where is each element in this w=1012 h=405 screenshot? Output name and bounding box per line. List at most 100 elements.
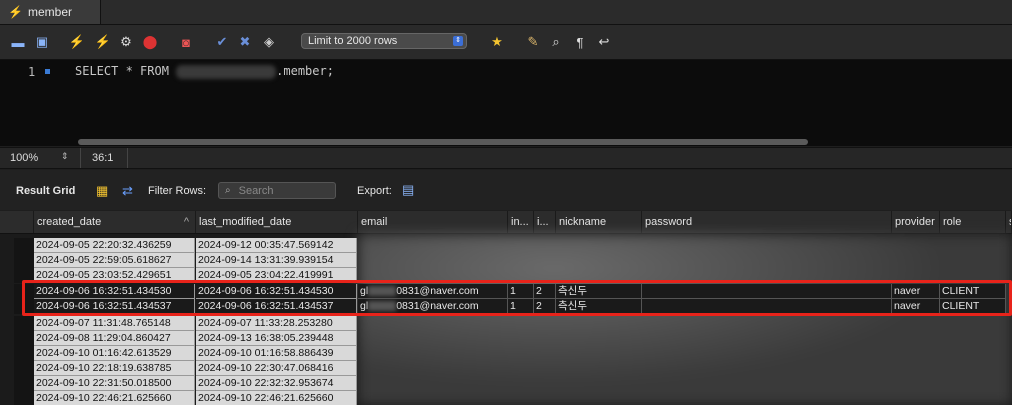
cell-email[interactable]: gl 0831@naver.com <box>358 284 508 299</box>
column-header-nickname[interactable]: nickname <box>556 211 642 233</box>
cell-created-date[interactable]: 2024-09-10 01:16:42.613529 <box>34 346 195 361</box>
row-header[interactable] <box>14 316 34 331</box>
zoom-level[interactable]: 100% <box>10 152 38 164</box>
column-header-s[interactable]: s <box>1006 211 1012 233</box>
cell-provider[interactable]: naver <box>892 284 940 299</box>
row-header[interactable] <box>14 376 34 391</box>
autocommit-icon[interactable]: ◈ <box>260 33 278 51</box>
cell-created-date[interactable]: 2024-09-06 16:32:51.434537 <box>34 299 195 314</box>
zoom-stepper-icon[interactable]: ⇕ <box>61 151 69 162</box>
cell-nickname[interactable]: 측신두 <box>556 284 642 299</box>
column-header-last-modified-date[interactable]: last_modified_date <box>196 211 358 233</box>
cell-last-modified-date[interactable]: 2024-09-12 00:35:47.569142 <box>196 238 357 253</box>
row-header[interactable] <box>14 361 34 376</box>
cell-created-date[interactable]: 2024-09-10 22:31:50.018500 <box>34 376 195 391</box>
cell-last-modified-date[interactable]: 2024-09-13 16:38:05.239448 <box>196 331 357 346</box>
row-header[interactable] <box>14 391 34 405</box>
table-row-highlighted[interactable]: 2024-09-06 16:32:51.434530 2024-09-06 16… <box>0 284 1012 299</box>
table-row-highlighted[interactable]: 2024-09-06 16:32:51.434537 2024-09-06 16… <box>0 299 1012 314</box>
cell-last-modified-date[interactable]: 2024-09-10 22:30:47.068416 <box>196 361 357 376</box>
column-header-email[interactable]: email <box>358 211 508 233</box>
table-row[interactable]: 2024-09-08 11:29:04.860427 2024-09-13 16… <box>0 331 1012 346</box>
favorite-icon[interactable]: ★ <box>488 33 506 51</box>
table-row[interactable]: 2024-09-10 22:46:21.625660 2024-09-10 22… <box>0 391 1012 405</box>
row-header[interactable] <box>14 346 34 361</box>
cell-email[interactable]: gl 0831@naver.com <box>358 299 508 314</box>
row-header-corner <box>0 211 34 233</box>
cell-created-date[interactable]: 2024-09-05 22:59:05.618627 <box>34 253 195 268</box>
cell-in[interactable]: 1 <box>508 284 534 299</box>
column-header-role[interactable]: role <box>940 211 1006 233</box>
row-header[interactable] <box>14 253 34 268</box>
column-header-in[interactable]: in... <box>508 211 534 233</box>
cell-last-modified-date[interactable]: 2024-09-10 22:46:21.625660 <box>196 391 357 405</box>
table-row[interactable]: 2024-09-10 22:18:19.638785 2024-09-10 22… <box>0 361 1012 376</box>
grid-icon[interactable]: ▦ <box>96 183 108 199</box>
row-header[interactable] <box>14 284 34 299</box>
stop-icon[interactable]: ⬤ <box>141 33 159 51</box>
cell-created-date[interactable]: 2024-09-07 11:31:48.765148 <box>34 316 195 331</box>
editor-horizontal-scrollbar[interactable] <box>78 139 808 145</box>
row-header[interactable] <box>14 238 34 253</box>
row-header[interactable] <box>14 299 34 314</box>
row-header[interactable] <box>14 268 34 283</box>
beautify-icon[interactable]: ✎ <box>524 33 542 51</box>
sql-editor[interactable]: 1 SELECT * FROM .member; <box>0 60 1012 146</box>
table-row[interactable]: 2024-09-07 11:31:48.765148 2024-09-07 11… <box>0 316 1012 331</box>
cell-password[interactable] <box>642 284 892 299</box>
tab-member[interactable]: ⚡ member <box>0 0 101 24</box>
execute-icon[interactable]: ⚡ <box>68 33 86 51</box>
divider <box>127 148 128 168</box>
commit-icon[interactable]: ✔ <box>213 33 231 51</box>
cell-i[interactable]: 2 <box>534 299 556 314</box>
refresh-icon[interactable]: ⇄ <box>122 183 133 199</box>
cell-created-date[interactable]: 2024-09-05 22:20:32.436259 <box>34 238 195 253</box>
cell-last-modified-date[interactable]: 2024-09-07 11:33:28.253280 <box>196 316 357 331</box>
result-grid-label[interactable]: Result Grid <box>16 185 75 197</box>
cell-nickname[interactable]: 측신두 <box>556 299 642 314</box>
table-row[interactable]: 2024-09-05 22:20:32.436259 2024-09-12 00… <box>0 238 1012 253</box>
cell-last-modified-date[interactable]: 2024-09-10 01:16:58.886439 <box>196 346 357 361</box>
cell-role[interactable]: CLIENT <box>940 299 1006 314</box>
cell-created-date[interactable]: 2024-09-10 22:18:19.638785 <box>34 361 195 376</box>
cell-last-modified-date[interactable]: 2024-09-14 13:31:39.939154 <box>196 253 357 268</box>
line-number: 1 <box>28 65 36 79</box>
table-row[interactable]: 2024-09-10 01:16:42.613529 2024-09-10 01… <box>0 346 1012 361</box>
column-header-created-date[interactable]: created_date ^ <box>34 211 196 233</box>
column-header-provider[interactable]: provider <box>892 211 940 233</box>
explain-icon[interactable]: ⚙ <box>117 33 135 51</box>
cell-provider[interactable]: naver <box>892 299 940 314</box>
column-header-password[interactable]: password <box>642 211 892 233</box>
find-icon[interactable]: ⌕ <box>547 33 565 51</box>
cell-last-modified-date[interactable]: 2024-09-05 23:04:22.419991 <box>196 268 357 283</box>
invisibles-icon[interactable]: ¶ <box>571 33 589 51</box>
folder-icon[interactable]: ▬ <box>9 33 27 51</box>
cell-created-date[interactable]: 2024-09-10 22:46:21.625660 <box>34 391 195 405</box>
table-row[interactable]: 2024-09-05 23:03:52.429651 2024-09-05 23… <box>0 268 1012 283</box>
cell-created-date[interactable]: 2024-09-08 11:29:04.860427 <box>34 331 195 346</box>
toggle-icon[interactable]: ◙ <box>177 33 195 51</box>
cell-in[interactable]: 1 <box>508 299 534 314</box>
cell-last-modified-date[interactable]: 2024-09-06 16:32:51.434537 <box>196 299 357 314</box>
redacted-email <box>368 286 397 297</box>
cell-created-date[interactable]: 2024-09-06 16:32:51.434530 <box>34 284 195 299</box>
sql-code[interactable]: SELECT * FROM .member; <box>75 64 334 79</box>
cell-i[interactable]: 2 <box>534 284 556 299</box>
table-row[interactable]: 2024-09-05 22:59:05.618627 2024-09-14 13… <box>0 253 1012 268</box>
execute-selection-icon[interactable]: ⚡ <box>94 33 112 51</box>
rollback-icon[interactable]: ✖ <box>236 33 254 51</box>
limit-rows-select[interactable]: Limit to 2000 rows ⇕ <box>301 33 467 49</box>
column-header-i[interactable]: i... <box>534 211 556 233</box>
wrap-icon[interactable]: ↩ <box>595 33 613 51</box>
cell-created-date[interactable]: 2024-09-05 23:03:52.429651 <box>34 268 195 283</box>
filter-search-input[interactable]: ⌕ Search <box>218 182 336 199</box>
cell-role[interactable]: CLIENT <box>940 284 1006 299</box>
filter-rows-label: Filter Rows: <box>148 185 207 197</box>
cell-last-modified-date[interactable]: 2024-09-06 16:32:51.434530 <box>196 284 357 299</box>
export-icon[interactable]: ▤ <box>402 182 414 198</box>
row-header[interactable] <box>14 331 34 346</box>
save-icon[interactable]: ▣ <box>33 33 51 51</box>
cell-password[interactable] <box>642 299 892 314</box>
table-row[interactable]: 2024-09-10 22:31:50.018500 2024-09-10 22… <box>0 376 1012 391</box>
cell-last-modified-date[interactable]: 2024-09-10 22:32:32.953674 <box>196 376 357 391</box>
